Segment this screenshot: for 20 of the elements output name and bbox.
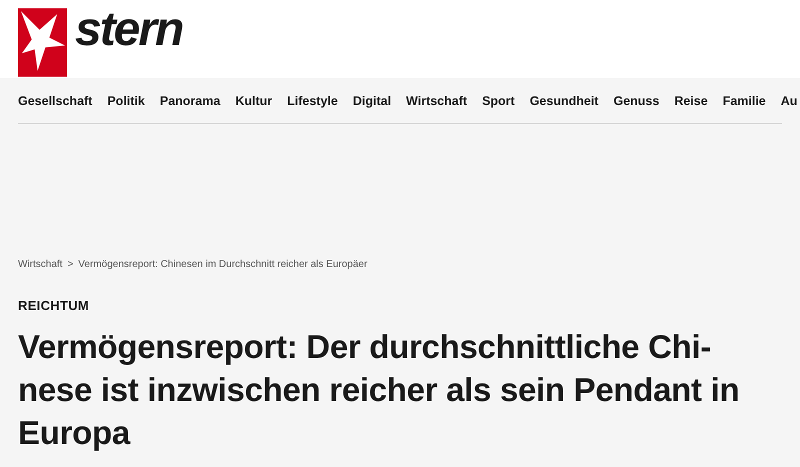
nav-link[interactable]: Au xyxy=(780,94,798,108)
nav-link[interactable]: Reise xyxy=(674,94,708,108)
nav-link[interactable]: Sport xyxy=(482,94,515,108)
nav-link[interactable]: Gesundheit xyxy=(530,94,598,108)
breadcrumb-link[interactable]: Vermögensreport: Chinesen im Durchschnitt reicher als Europäer xyxy=(78,259,368,270)
article-kicker: REICHTUM xyxy=(18,298,90,313)
nav-link[interactable]: Kultur xyxy=(235,94,272,108)
nav-link[interactable]: Wirtschaft xyxy=(406,94,468,108)
nav-link[interactable]: Digital xyxy=(352,94,392,108)
breadcrumb-link[interactable]: Wirtschaft xyxy=(18,259,62,270)
nav-link[interactable]: Politik xyxy=(107,94,145,108)
nav-link[interactable]: Familie xyxy=(722,94,766,108)
nav-link[interactable]: Genuss xyxy=(613,94,660,108)
article-headline: Vermögensreport: Der durchschnittliche Chi- nese ist inzwischen reicher als sein Pendant in Europa xyxy=(18,327,740,453)
nav-link[interactable]: Lifestyle xyxy=(287,94,338,108)
nav-link[interactable]: Panorama xyxy=(160,94,220,108)
nav-link[interactable]: Gesellschaft xyxy=(18,94,92,108)
star-logo-icon[interactable] xyxy=(18,8,67,77)
logo-wordmark[interactable]: stern xyxy=(75,6,182,54)
breadcrumb-separator: > xyxy=(67,259,74,270)
